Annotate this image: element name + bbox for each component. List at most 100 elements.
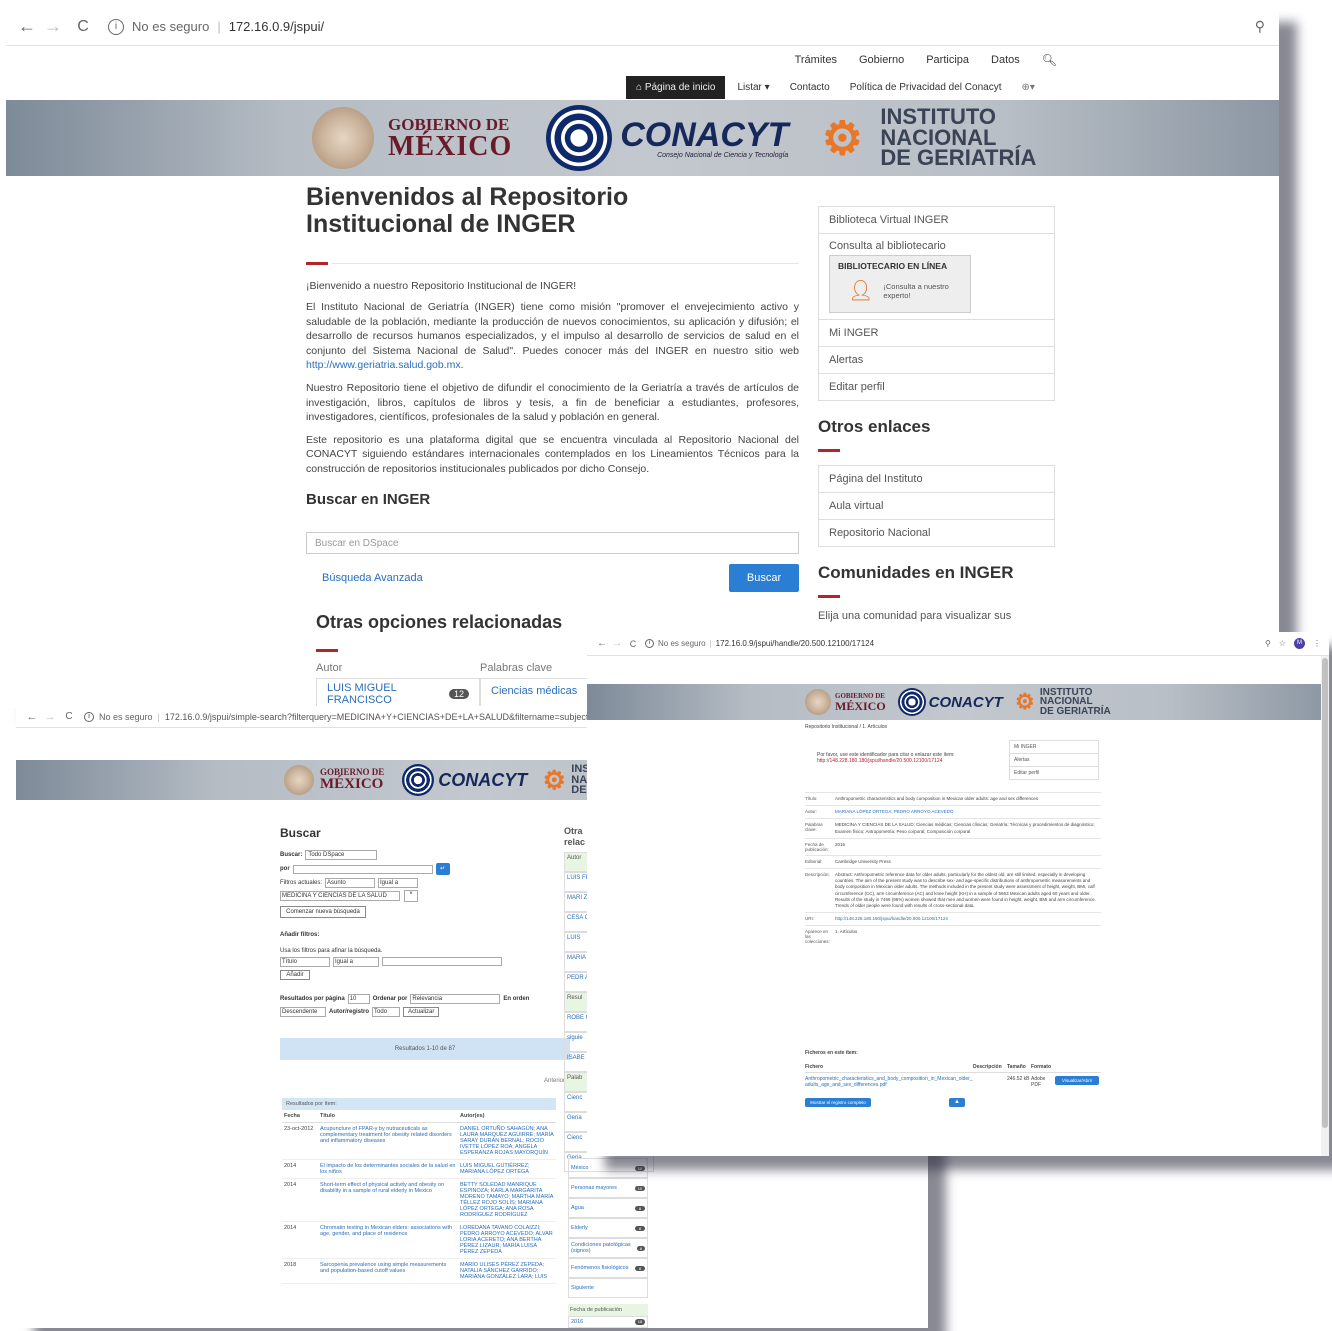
search-icon[interactable]: 🔍︎ (1042, 53, 1057, 67)
librarian-online-widget[interactable]: BIBLIOTECARIO EN LÍNEA 👤︎ ¡Consulta a nu… (829, 255, 971, 313)
forward-icon[interactable]: → (609, 638, 625, 649)
home-tab-label: Página de inicio (644, 81, 716, 93)
remove-filter-button[interactable]: × (404, 890, 418, 902)
sidebar-item-ask-librarian[interactable]: Consulta al bibliotecario BIBLIOTECARIO … (819, 233, 1054, 319)
scrollbar-thumb[interactable] (1322, 658, 1328, 1128)
sidebar-item-edit-profile[interactable]: Editar perfil (1010, 766, 1098, 779)
prev-link[interactable]: Anterior (544, 1078, 565, 1084)
search-input[interactable]: Buscar en DSpace (306, 531, 799, 554)
breadcrumb[interactable]: Repositorio Institucional / 1. Artículos (805, 724, 887, 730)
back-icon[interactable]: ← (24, 711, 40, 723)
privacy-link[interactable]: Política de Privacidad del Conacyt (850, 82, 1002, 93)
keyword-item[interactable]: Ciencias médicas (480, 677, 600, 708)
facet-item[interactable]: México 10 (568, 1158, 648, 1178)
nav-gobierno[interactable]: Gobierno (859, 54, 904, 66)
nav-datos[interactable]: Datos (991, 54, 1020, 66)
per-page-select[interactable]: 10 (347, 994, 370, 1004)
info-icon[interactable]: i (108, 18, 124, 35)
scrollbar[interactable] (1321, 656, 1329, 1156)
sidebar-item-alerts[interactable]: Alertas (1010, 753, 1098, 766)
add-field-select[interactable]: Título (280, 957, 330, 967)
view-open-button[interactable]: Visualizar/Abrir (1055, 1076, 1099, 1085)
result-authors[interactable]: BETTY SOLEDAD MANRIQUE ESPINOZA; KARLA M… (460, 1182, 554, 1218)
reload-icon[interactable]: C (60, 711, 78, 722)
reload-icon[interactable]: C (625, 639, 641, 649)
full-record-button[interactable]: Mostrar el registro completo (805, 1098, 871, 1107)
url-field[interactable]: 172.16.0.9/jspui/handle/20.500.12100/171… (716, 639, 874, 648)
result-title-link[interactable]: El impacto de los determinantes sociales… (320, 1163, 460, 1175)
nav-tramites[interactable]: Trámites (795, 54, 837, 66)
sidebar-item-edit-profile[interactable]: Editar perfil (819, 373, 1054, 400)
sidebar-item-my-inger[interactable]: Mi INGER (819, 319, 1054, 346)
menu-icon[interactable]: ⋮ (1313, 639, 1321, 648)
result-authors[interactable]: LOREDANA TAVANO COLAIZZI; PEDRO ARROYO A… (460, 1225, 554, 1255)
url-field[interactable]: 172.16.0.9/jspui/simple-search?filterque… (165, 712, 588, 722)
file-link[interactable]: Anthropometric_characteristics_and_body_… (805, 1076, 973, 1088)
home-tab[interactable]: ⌂ Página de inicio (626, 75, 726, 99)
link-national-repository[interactable]: Repositorio Nacional (819, 519, 1054, 546)
result-date: 2014 (284, 1225, 297, 1231)
reload-icon[interactable]: C (68, 18, 98, 36)
new-search-button[interactable]: Comenzar nueva búsqueda (280, 906, 366, 918)
list-menu[interactable]: Listar ▾ (737, 82, 769, 93)
result-title-link[interactable]: Chromatin testing in Mexican elders: ass… (320, 1225, 460, 1237)
add-filter-button[interactable]: Añadir (280, 970, 310, 980)
facets-heading: Otra relac (564, 826, 586, 847)
forward-icon[interactable]: → (38, 16, 68, 37)
date-facet-item[interactable]: 2016 18 (568, 1316, 648, 1328)
link-institute[interactable]: Página del Instituto (819, 466, 1054, 492)
result-title-link[interactable]: Acupuncture of FPAR-γ by nutraceuticals … (320, 1126, 460, 1144)
update-button[interactable]: Actualizar (403, 1007, 440, 1017)
cite-url[interactable]: http://148.228.180.180/jspui/handle/20.5… (817, 758, 977, 764)
advanced-search-link[interactable]: Búsqueda Avanzada (322, 572, 423, 584)
facet-item[interactable]: Elderly 8 (568, 1218, 648, 1238)
link-virtual-classroom[interactable]: Aula virtual (819, 492, 1054, 519)
go-search-button[interactable]: ↵ (435, 863, 450, 875)
result-authors[interactable]: MARIO ULISES PÉREZ ZEPEDA; NATALIA SÁNCH… (460, 1262, 554, 1280)
result-authors[interactable]: LUIS MIGUEL GUTIÉRREZ; MARIANA LÓPEZ ORT… (460, 1163, 554, 1175)
sidebar-item-alerts[interactable]: Alertas (819, 346, 1054, 373)
bookmark-star-icon[interactable]: ☆ (1279, 639, 1286, 648)
sidebar-item-my-inger[interactable]: Mi INGER (1010, 741, 1098, 753)
zoom-icon[interactable]: ⚲ (1265, 639, 1271, 648)
result-title-link[interactable]: Short-term effect of physical activity a… (320, 1182, 460, 1194)
sort-select[interactable]: Relevancia (410, 994, 501, 1004)
contact-link[interactable]: Contacto (790, 82, 830, 93)
filter-op-select[interactable]: Igual a (378, 878, 419, 888)
facet-item[interactable]: Siguiente (568, 1278, 648, 1298)
forward-icon[interactable]: → (40, 711, 60, 723)
metadata-value[interactable]: http://148.228.180.180/jspui/handle/20.5… (835, 916, 1097, 922)
facet-item[interactable]: Agua 8 (568, 1198, 648, 1218)
sidebar-item-virtual-library[interactable]: Biblioteca Virtual INGER (819, 207, 1054, 233)
author-item[interactable]: LUIS MIGUEL FRANCISCO 12 (316, 677, 480, 708)
links-panel: Página del Instituto Aula virtual Reposi… (818, 465, 1055, 547)
address-bar: ← → C i No es seguro | 172.16.0.9/jspui/… (6, 8, 1279, 46)
query-input[interactable] (292, 864, 433, 874)
add-filter-row: Título Igual a (280, 957, 560, 967)
zoom-icon[interactable]: ⚲ (1255, 18, 1265, 35)
nav-participa[interactable]: Participa (926, 54, 969, 66)
metadata-value[interactable]: MARIANA LÓPEZ ORTEGA; PEDRO ARROYO ACEVE… (835, 809, 1097, 815)
authors-select[interactable]: Todo (372, 1007, 401, 1017)
profile-avatar[interactable]: M (1294, 638, 1305, 649)
facet-item[interactable]: Personas mayores 10 (568, 1178, 648, 1198)
back-icon[interactable]: ← (595, 638, 609, 649)
cite-box: Por favor, use este identificador para c… (817, 752, 977, 764)
filter-value-input[interactable]: MEDICINA Y CIENCIAS DE LA SALUD (280, 891, 400, 901)
search-button[interactable]: Buscar (729, 563, 799, 592)
url-field[interactable]: 172.16.0.9/jspui/ (229, 19, 324, 34)
table-row: 23-oct-2012 Acupuncture of FPAR-γ by nutr… (282, 1123, 556, 1160)
add-value-input[interactable] (382, 957, 502, 966)
back-icon[interactable]: ← (16, 16, 38, 37)
scope-select[interactable]: Todo DSpace (305, 850, 378, 860)
inger-website-link[interactable]: http://www.geriatria.salud.gob.mx (306, 359, 461, 371)
filter-field-select[interactable]: Asunto (325, 878, 376, 888)
export-icon[interactable]: ▲ (949, 1098, 965, 1107)
facet-item[interactable]: Condiciones patológicas (signos) 8 (568, 1238, 648, 1258)
add-op-select[interactable]: Igual a (333, 957, 379, 967)
order-select[interactable]: Descendente (280, 1007, 326, 1017)
facet-item[interactable]: Fenómenos fisiológicos 8 (568, 1258, 648, 1278)
language-icon[interactable]: ⊕▾ (1021, 82, 1034, 93)
result-authors[interactable]: DANIEL ORTUÑO SAHAGÚN; ANA LAURA MÁRQUEZ… (460, 1126, 554, 1156)
result-title-link[interactable]: Sarcopenia prevalence using simple measu… (320, 1262, 460, 1274)
